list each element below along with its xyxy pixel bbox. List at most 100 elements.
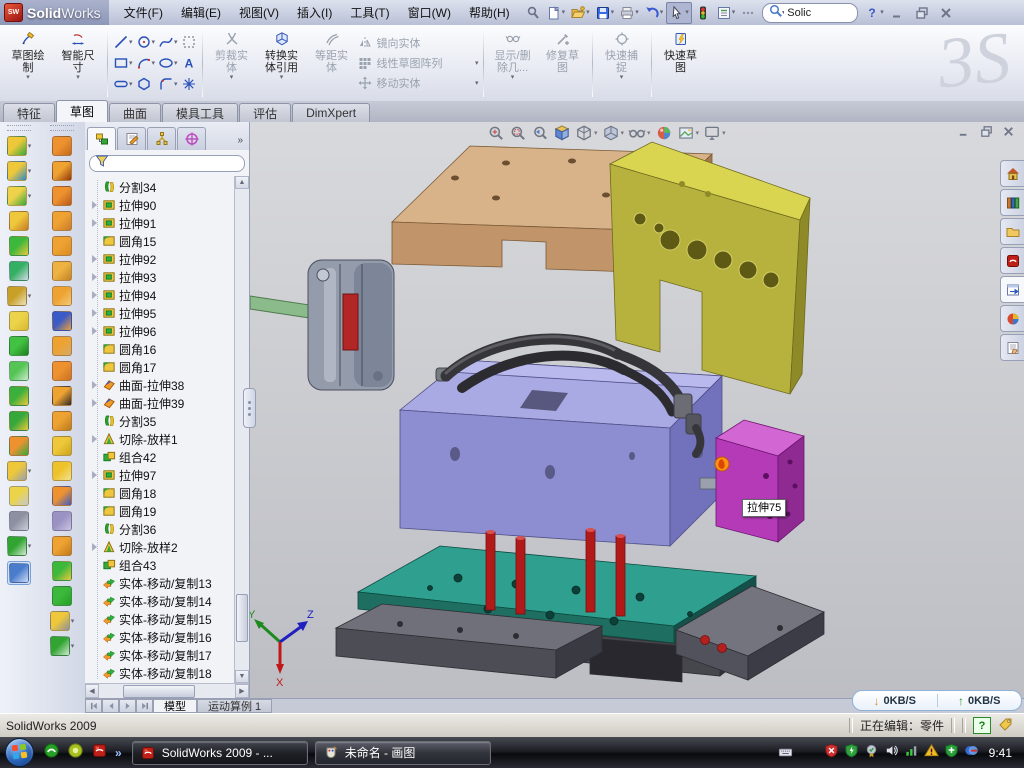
tool-move-copy-body-button[interactable] bbox=[9, 436, 29, 456]
taskbar-task-task-paint[interactable]: 未命名 - 画图 bbox=[315, 741, 491, 765]
tree-item[interactable]: 组合43 bbox=[89, 556, 234, 574]
dropdown-caret-icon[interactable]: ▾ bbox=[174, 39, 178, 46]
tree-item[interactable]: 实体-移动/复制16 bbox=[89, 628, 234, 646]
expander-icon[interactable] bbox=[92, 543, 97, 551]
tool-insert-part-button[interactable]: ▾ bbox=[7, 461, 32, 481]
prevview-button[interactable] bbox=[530, 123, 550, 143]
expander-icon[interactable] bbox=[92, 201, 97, 209]
sheet-tab-模型[interactable]: 模型 bbox=[153, 699, 197, 713]
dropdown-caret-icon[interactable]: ▾ bbox=[26, 74, 30, 81]
tool-core-pin-button[interactable] bbox=[52, 486, 72, 506]
scroll-thumb[interactable] bbox=[236, 594, 248, 642]
line-tool[interactable]: ▾ bbox=[112, 32, 134, 53]
tool-spiral-curve-button[interactable]: ▾ bbox=[50, 636, 75, 656]
text-tool[interactable]: A bbox=[180, 53, 198, 74]
tool-draft-analysis-button[interactable] bbox=[52, 211, 72, 231]
dropdown-caret-icon[interactable]: ▾ bbox=[696, 130, 700, 137]
dropdown-caret-icon[interactable]: ▾ bbox=[71, 643, 75, 650]
help-button[interactable]: ?▾ bbox=[862, 3, 886, 23]
tab-曲面[interactable]: 曲面 bbox=[109, 103, 161, 122]
tree-item[interactable]: 实体-移动/复制14 bbox=[89, 592, 234, 610]
tree-tab-dimxpert-manager[interactable] bbox=[177, 127, 206, 150]
red-peg[interactable] bbox=[718, 644, 727, 653]
tool-core-box-button[interactable] bbox=[52, 411, 72, 431]
dropdown-caret-icon[interactable]: ▾ bbox=[129, 60, 133, 67]
menu-5[interactable]: 窗口(W) bbox=[399, 0, 460, 25]
taskpane-resources-tab[interactable] bbox=[1000, 247, 1024, 274]
point-tool[interactable] bbox=[180, 74, 198, 95]
circle-tool[interactable]: ▾ bbox=[135, 32, 157, 53]
tray-cert-button[interactable] bbox=[864, 743, 879, 763]
nav-last-button[interactable] bbox=[136, 699, 153, 713]
tool-draft-button[interactable] bbox=[9, 336, 29, 356]
red-insert[interactable] bbox=[343, 294, 358, 350]
tool-dome-button[interactable] bbox=[9, 361, 29, 381]
tree-item[interactable]: 曲面-拉伸38 bbox=[89, 376, 234, 394]
tree-horizontal-scrollbar[interactable]: ◀ ▶ bbox=[85, 683, 249, 698]
sheet-tab-运动算例 1[interactable]: 运动算例 1 bbox=[197, 699, 272, 713]
window-min-button[interactable] bbox=[888, 3, 908, 23]
tool-combine-body-button[interactable] bbox=[9, 411, 29, 431]
tab-评估[interactable]: 评估 bbox=[239, 103, 291, 122]
print-button[interactable]: ▾ bbox=[617, 3, 641, 23]
expander-icon[interactable] bbox=[92, 399, 97, 407]
tree-item[interactable]: 拉伸91 bbox=[89, 214, 234, 232]
taskpane-explorer-tab[interactable] bbox=[1000, 218, 1024, 245]
dropdown-caret-icon[interactable]: ▾ bbox=[129, 39, 133, 46]
scroll-up-icon[interactable]: ▲ bbox=[235, 176, 249, 189]
tree-item[interactable]: 实体-移动/复制18 bbox=[89, 664, 234, 682]
panel-splitter-handle[interactable] bbox=[243, 388, 256, 428]
scroll-down-icon[interactable]: ▼ bbox=[235, 670, 249, 683]
cavity-block[interactable] bbox=[400, 360, 730, 546]
tree-vertical-scrollbar[interactable]: ▲ ▼ bbox=[234, 176, 249, 683]
menu-2[interactable]: 视图(V) bbox=[230, 0, 288, 25]
dropdown-caret-icon[interactable]: ▾ bbox=[732, 9, 736, 16]
hscroll-thumb[interactable] bbox=[123, 685, 195, 698]
dropdown-caret-icon[interactable]: ▾ bbox=[28, 468, 32, 475]
tab-特征[interactable]: 特征 bbox=[3, 103, 55, 122]
tool-boss-cylinder-button[interactable] bbox=[52, 586, 72, 606]
tool-split-body-button[interactable] bbox=[9, 386, 29, 406]
quick-tips-icon[interactable]: ? bbox=[973, 717, 991, 734]
taskpane-home-tab[interactable] bbox=[1000, 160, 1024, 187]
scroll-left-icon[interactable]: ◀ bbox=[85, 684, 99, 698]
toolbar-grip[interactable] bbox=[7, 125, 31, 131]
tool-knit-surface-button[interactable] bbox=[52, 336, 72, 356]
tree-item[interactable]: 实体-移动/复制13 bbox=[89, 574, 234, 592]
menu-4[interactable]: 工具(T) bbox=[341, 0, 398, 25]
quick-launch-overflow[interactable]: » bbox=[115, 746, 122, 760]
graphics-viewport[interactable]: Y Z X ▾▾▾▾▾ 拉伸75 bbox=[250, 122, 1024, 698]
tree-item[interactable]: 实体-移动/复制15 bbox=[89, 610, 234, 628]
taskpane-library-tab[interactable] bbox=[1000, 189, 1024, 216]
open-button[interactable]: ▾ bbox=[568, 3, 592, 23]
viewsetting-button[interactable]: ▾ bbox=[702, 123, 727, 143]
tool-insert-mold-folder-button[interactable] bbox=[52, 136, 72, 156]
expander-icon[interactable] bbox=[92, 471, 97, 479]
tool-curve-button[interactable]: ▾ bbox=[7, 536, 32, 556]
dropdown-caret-icon[interactable]: ▾ bbox=[475, 60, 479, 67]
dropdown-caret-icon[interactable]: ▾ bbox=[280, 74, 284, 81]
tree-item[interactable]: 分割35 bbox=[89, 412, 234, 430]
search-box[interactable]: ▾ Solic bbox=[762, 3, 858, 23]
zoomfit-button[interactable] bbox=[486, 123, 506, 143]
dropdown-caret-icon[interactable]: ▾ bbox=[28, 143, 32, 150]
tool-boss-feature-button[interactable] bbox=[9, 236, 29, 256]
tool-parting-surface-button[interactable] bbox=[52, 261, 72, 281]
tray-sync-button[interactable] bbox=[964, 743, 979, 763]
dropdown-caret-icon[interactable]: ▾ bbox=[635, 9, 639, 16]
ql-sw-button[interactable] bbox=[91, 742, 108, 764]
pin-button[interactable] bbox=[523, 3, 543, 23]
dropdown-caret-icon[interactable]: ▾ bbox=[660, 9, 664, 16]
dropdown-caret-icon[interactable]: ▾ bbox=[28, 543, 32, 550]
tree-item[interactable]: 圆角15 bbox=[89, 232, 234, 250]
taskpane-palette-tab[interactable] bbox=[1000, 276, 1024, 303]
tree-item[interactable]: 组合42 bbox=[89, 448, 234, 466]
tree-tabs-more[interactable]: » bbox=[237, 135, 247, 150]
toolbar-grip[interactable] bbox=[50, 125, 74, 131]
tree-item[interactable]: 圆角17 bbox=[89, 358, 234, 376]
ribbon-rapid-sketch-button[interactable]: 快速草图 bbox=[656, 27, 706, 99]
tool-pattern-button[interactable]: ▾ bbox=[7, 286, 32, 306]
tool-cavity-button[interactable] bbox=[52, 511, 72, 531]
window-close-button[interactable] bbox=[936, 3, 956, 23]
rectangle-tool[interactable]: ▾ bbox=[112, 53, 134, 74]
